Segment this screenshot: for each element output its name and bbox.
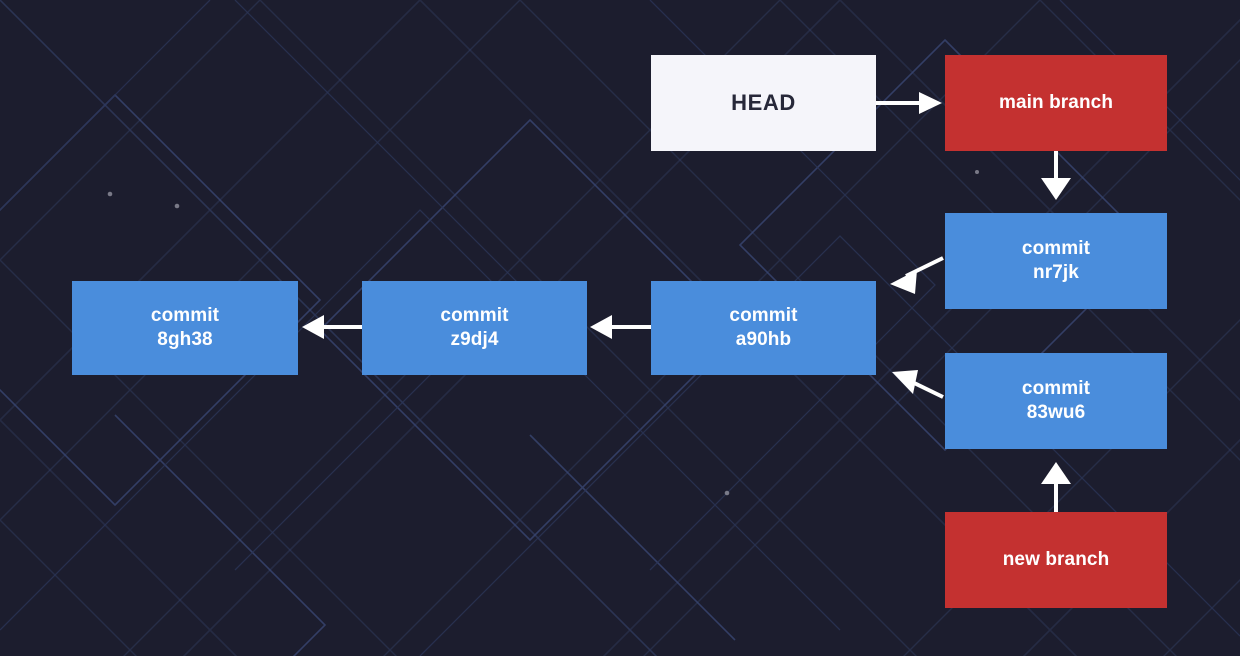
commit-word-label: commit bbox=[440, 305, 509, 327]
node-new-branch-label: new branch bbox=[1002, 549, 1110, 571]
commit-word-label: commit bbox=[729, 305, 798, 327]
arrow-nr7jk-to-a90hb bbox=[890, 256, 944, 294]
node-main-branch-label: main branch bbox=[998, 92, 1114, 114]
arrow-z9dj4-to-8gh38 bbox=[302, 315, 362, 339]
node-commit-a90hb[interactable]: commit a90hb bbox=[651, 281, 876, 375]
node-commit-83wu6[interactable]: commit 83wu6 bbox=[945, 353, 1167, 449]
commit-hash-label: nr7jk bbox=[1033, 262, 1079, 283]
node-head[interactable]: HEAD bbox=[651, 55, 876, 151]
arrow-a90hb-to-z9dj4 bbox=[590, 315, 651, 339]
git-branch-diagram: HEAD main branch commit nr7jk commit 83w… bbox=[0, 0, 1240, 656]
commit-word-label: commit bbox=[150, 305, 220, 327]
commit-word-label: commit bbox=[1021, 238, 1091, 260]
arrow-new-branch-to-83wu6 bbox=[1041, 462, 1071, 512]
arrow-head-to-main-branch bbox=[876, 92, 942, 114]
commit-hash-label: 8gh38 bbox=[157, 329, 213, 350]
commit-hash-label: z9dj4 bbox=[450, 329, 499, 350]
node-main-branch[interactable]: main branch bbox=[945, 55, 1167, 151]
node-commit-nr7jk[interactable]: commit nr7jk bbox=[945, 213, 1167, 309]
commit-hash-label: 83wu6 bbox=[1026, 402, 1086, 423]
node-commit-8gh38[interactable]: commit 8gh38 bbox=[72, 281, 298, 375]
commit-hash-label: a90hb bbox=[735, 329, 792, 350]
node-new-branch[interactable]: new branch bbox=[945, 512, 1167, 608]
node-commit-z9dj4[interactable]: commit z9dj4 bbox=[362, 281, 587, 375]
node-head-label: HEAD bbox=[731, 90, 796, 116]
commit-word-label: commit bbox=[1021, 378, 1091, 400]
arrow-83wu6-to-a90hb bbox=[892, 370, 944, 399]
arrow-main-branch-to-nr7jk bbox=[1041, 151, 1071, 200]
